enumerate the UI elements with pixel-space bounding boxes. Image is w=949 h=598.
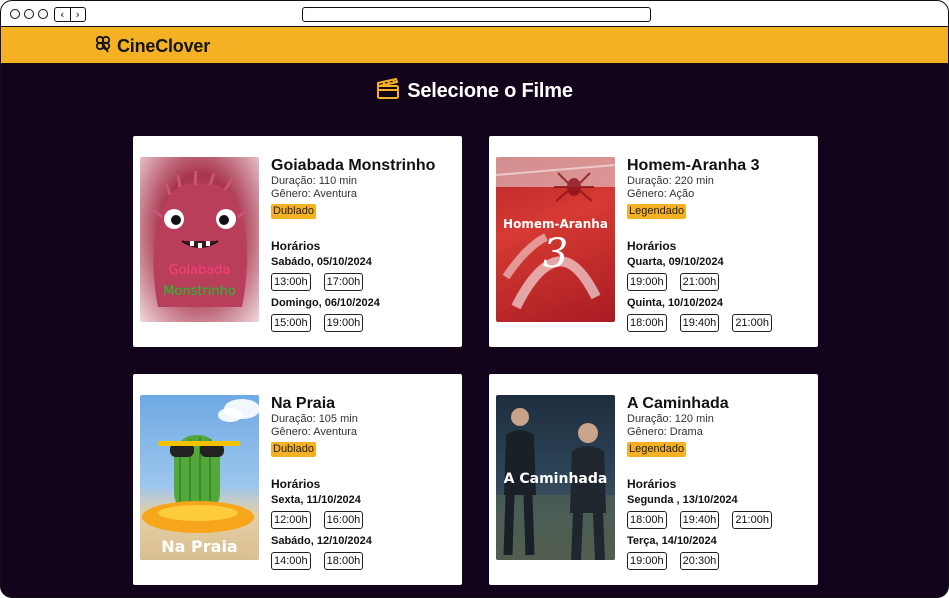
movie-info: Goiabada Monstrinho Duração: 110 min Gên… [271,157,457,332]
movie-card: Na Praia Na Praia Duração: 105 min Gêner… [133,374,462,585]
time-list: 15:00h 19:00h [271,314,457,332]
schedule-heading: Horários [271,477,321,491]
showtime-button[interactable]: 19:00h [627,552,667,570]
movie-poster[interactable]: Homem-Aranha 3 [496,157,615,322]
movie-title: Goiabada Monstrinho [271,157,436,174]
day-label: Segunda , 13/10/2024 [627,494,738,506]
showtime-button[interactable]: 19:00h [323,314,364,332]
day-label: Quarta, 09/10/2024 [627,256,724,268]
showtime-button[interactable]: 18:00h [627,511,667,529]
time-list: 18:00h 19:40h 21:00h [627,314,813,332]
showtime-button[interactable]: 18:00h [323,552,364,570]
day-label: Sabádo, 05/10/2024 [271,256,372,268]
page-heading: Selecione o Filme [1,78,948,105]
time-list: 13:00h 17:00h [271,273,457,291]
day-label: Sabádo, 12/10/2024 [271,535,372,547]
poster-title: Na Praia [161,537,238,556]
movie-duration: Duração: 120 min [627,413,714,425]
poster-title-line1: Goiabada [168,263,231,278]
showtime-button[interactable]: 12:00h [271,511,311,529]
poster-title-line1: Homem-Aranha [503,217,608,231]
movie-title: Na Praia [271,395,336,412]
movie-genre: Gênero: Drama [627,426,703,438]
audio-badge: Legendado [627,204,687,219]
nav-buttons: ‹ › [54,7,86,22]
audio-badge: Dublado [271,442,316,457]
time-list: 18:00h 19:40h 21:00h [627,511,813,529]
showtime-button[interactable]: 21:00h [732,511,772,529]
window-maximize-dot[interactable] [38,9,48,19]
audio-badge: Legendado [627,442,687,457]
schedule-day: Sexta, 11/10/2024 12:00h 16:00h [271,494,457,529]
poster-title-line2: 3 [542,231,569,277]
showtime-button[interactable]: 18:00h [627,314,667,332]
showtime-button[interactable]: 19:40h [679,511,720,529]
movie-genre: Gênero: Ação [627,188,695,200]
showtime-button[interactable]: 17:00h [323,273,364,291]
day-label: Sexta, 11/10/2024 [271,494,361,506]
time-list: 19:00h 21:00h [627,273,813,291]
window-close-dot[interactable] [10,9,20,19]
showtime-button[interactable]: 19:00h [627,273,667,291]
address-bar[interactable] [302,7,651,22]
showtime-button[interactable]: 16:00h [323,511,364,529]
showtime-button[interactable]: 19:40h [679,314,720,332]
forward-icon[interactable]: › [69,8,86,21]
time-list: 14:00h 18:00h [271,552,457,570]
schedule-heading: Horários [627,239,677,253]
day-label: Domingo, 06/10/2024 [271,297,380,309]
browser-window: ‹ › CineClover Selecione o Filme Goiabad… [0,0,949,598]
schedule-day: Quarta, 09/10/2024 19:00h 21:00h [627,256,813,291]
page-title: Selecione o Filme [407,80,573,102]
schedule-day: Quinta, 10/10/2024 18:00h 19:40h 21:00h [627,297,813,332]
showtime-button[interactable]: 13:00h [271,273,311,291]
time-list: 19:00h 20:30h [627,552,813,570]
showtime-button[interactable]: 14:00h [271,552,311,570]
movie-info: Homem-Aranha 3 Duração: 220 min Gênero: … [627,157,813,332]
browser-chrome: ‹ › [1,1,948,27]
schedule-day: Sabádo, 12/10/2024 14:00h 18:00h [271,535,457,570]
schedule-day: Sabádo, 05/10/2024 13:00h 17:00h [271,256,457,291]
movie-poster[interactable]: Goiabada Monstrinho [140,157,259,322]
showtime-button[interactable]: 20:30h [679,552,720,570]
movie-duration: Duração: 110 min [271,175,358,187]
movie-duration: Duração: 105 min [271,413,358,425]
schedule-heading: Horários [271,239,321,253]
movie-info: A Caminhada Duração: 120 min Gênero: Dra… [627,395,813,570]
movie-info: Na Praia Duração: 105 min Gênero: Aventu… [271,395,457,570]
movie-card: A Caminhada A Caminhada Duração: 120 min… [489,374,818,585]
movie-poster[interactable]: A Caminhada [496,395,615,560]
poster-title: A Caminhada [503,471,608,487]
time-list: 12:00h 16:00h [271,511,457,529]
movie-title: Homem-Aranha 3 [627,157,760,174]
audio-badge: Dublado [271,204,316,219]
back-icon[interactable]: ‹ [55,8,70,21]
movie-poster[interactable]: Na Praia [140,395,259,560]
app-header: CineClover [1,27,948,64]
movie-genre: Gênero: Aventura [271,426,358,438]
window-minimize-dot[interactable] [24,9,34,19]
showtime-button[interactable]: 21:00h [679,273,720,291]
movie-card: Goiabada Monstrinho Goiabada Monstrinho … [133,136,462,347]
poster-title-line2: Monstrinho [163,284,236,299]
clover-icon [93,34,113,59]
schedule-day: Domingo, 06/10/2024 15:00h 19:00h [271,297,457,332]
schedule-day: Segunda , 13/10/2024 18:00h 19:40h 21:00… [627,494,813,529]
brand[interactable]: CineClover [93,34,210,59]
showtime-button[interactable]: 15:00h [271,314,311,332]
brand-name: CineClover [117,36,211,56]
clapperboard-icon [376,78,400,105]
schedule-heading: Horários [627,477,677,491]
movie-duration: Duração: 220 min [627,175,714,187]
movie-card: Homem-Aranha 3 Homem-Aranha 3 Duração: 2… [489,136,818,347]
movie-genre: Gênero: Aventura [271,188,358,200]
schedule-day: Terça, 14/10/2024 19:00h 20:30h [627,535,813,570]
movie-title: A Caminhada [627,395,729,412]
day-label: Terça, 14/10/2024 [627,535,717,547]
day-label: Quinta, 10/10/2024 [627,297,723,309]
showtime-button[interactable]: 21:00h [732,314,772,332]
